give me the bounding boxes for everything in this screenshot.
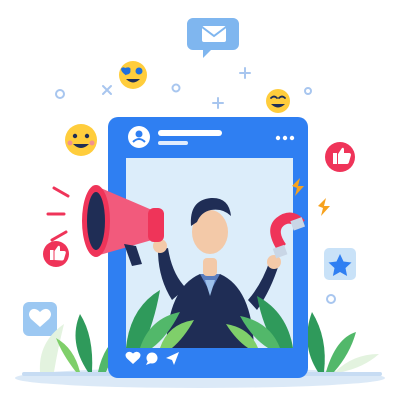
illustration: [0, 0, 400, 400]
plant-right: [307, 312, 379, 372]
thumbs-up-icon: [43, 241, 69, 267]
smiley-emoji-icon: [65, 124, 97, 156]
heart-icon: [23, 302, 57, 336]
illustration-canvas: [15, 18, 385, 388]
more-options-icon: [275, 135, 295, 141]
thumbs-up-icon: [325, 142, 355, 172]
laughing-emoji-icon: [266, 89, 290, 113]
username-placeholder-bar: [158, 130, 222, 136]
star-icon: [324, 248, 356, 280]
mail-icon: [187, 18, 239, 58]
heart-eyes-emoji-icon: [119, 61, 147, 89]
